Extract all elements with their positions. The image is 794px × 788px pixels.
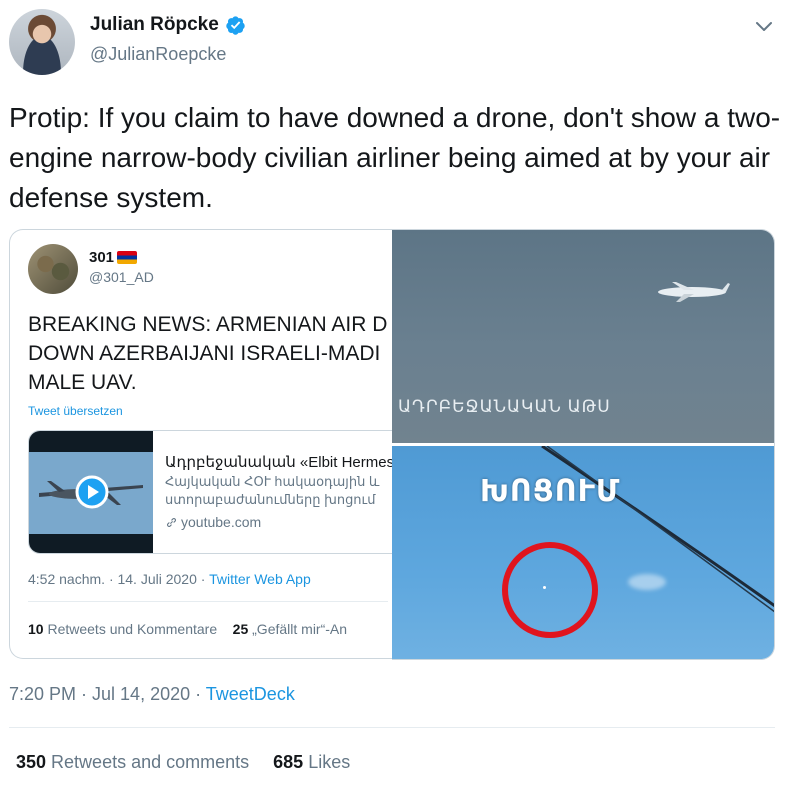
link-title: Ադրբեջանական «Elbit Hermes (165, 454, 392, 471)
quoted-likes-count: 25 (232, 621, 249, 637)
retweets-label: Retweets and comments (46, 752, 250, 772)
target-dot (543, 586, 546, 589)
quoted-retweets-label: Retweets und Kommentare (43, 621, 218, 637)
link-domain: youtube.com (181, 514, 262, 530)
footer-divider (9, 727, 775, 728)
top-image-caption: ԱԴՐԲԵՋԱՆԱԿԱՆ ԱԹՍ (398, 397, 611, 416)
quoted-divider (28, 601, 388, 602)
link-domain-row: youtube.com (165, 514, 261, 530)
verified-badge-icon (226, 15, 245, 35)
airliner-image-icon (658, 282, 730, 302)
quoted-stats: 10 Retweets und Kommentare 25 „Gefällt m… (28, 621, 347, 637)
link-icon (167, 517, 176, 527)
play-icon (75, 475, 109, 509)
target-circle (502, 542, 598, 638)
cloud-shape (628, 574, 666, 590)
quoted-avatar (28, 244, 78, 294)
quoted-text: BREAKING NEWS: ARMENIAN AIR D DOWN AZERB… (28, 313, 388, 394)
author-name-row[interactable]: Julian Röpcke (90, 14, 246, 36)
quoted-meta: 4:52 nachm. · 14. Juli 2020 · Twitter We… (28, 571, 311, 587)
author-handle[interactable]: @JulianRoepcke (90, 44, 226, 65)
bottom-image-caption: ԽՈՑՈՒՄ (480, 475, 621, 508)
link-description: Հայկական ՀՕՒ հակաօդային և ստորաբաժանումն… (165, 474, 380, 507)
retweets-count: 350 (16, 752, 47, 772)
retweets-stat[interactable]: 350 Retweets and comments (16, 752, 249, 772)
likes-stat[interactable]: 685 Likes (273, 752, 350, 772)
quoted-name-row: 301 (89, 249, 138, 266)
armenia-flag-icon (117, 251, 138, 264)
tweet-text: Protip: If you claim to have downed a dr… (9, 102, 781, 213)
translate-link: Tweet übersetzen (28, 404, 123, 418)
tweet-time[interactable]: 7:20 PM · Jul 14, 2020 · (9, 684, 206, 704)
tweet-timestamp-row: 7:20 PM · Jul 14, 2020 · TweetDeck (9, 684, 295, 705)
quoted-tweet-screenshot[interactable]: 301 @301_AD BREAKING NEWS: ARMENIAN AIR … (9, 229, 392, 659)
media-grid[interactable]: ԱԴՐԲԵՋԱՆԱԿԱՆ ԱԹՍ ԽՈՑՈՒՄ (392, 229, 775, 660)
likes-count: 685 (273, 752, 304, 772)
author-name[interactable]: Julian Röpcke (90, 14, 219, 36)
video-thumbnail (29, 431, 153, 553)
quoted-app: Twitter Web App (209, 571, 311, 587)
chevron-down-icon[interactable] (752, 14, 776, 38)
tweet-source-app[interactable]: TweetDeck (206, 684, 295, 704)
link-preview-card: Ադրբեջանական «Elbit Hermes Հայկական ՀՕՒ … (28, 430, 392, 554)
media-image-bottom[interactable]: ԽՈՑՈՒՄ (392, 446, 774, 659)
likes-label: Likes (303, 752, 351, 772)
author-avatar[interactable] (9, 9, 75, 75)
tweet-stats-row: 350 Retweets and comments 685 Likes (16, 752, 350, 773)
media-image-top[interactable]: ԱԴՐԲԵՋԱՆԱԿԱՆ ԱԹՍ (392, 230, 774, 443)
quoted-likes-label: „Gefällt mir“-An (248, 621, 348, 637)
quoted-handle: @301_AD (89, 269, 154, 285)
quoted-retweets-count: 10 (28, 621, 44, 637)
quoted-name: 301 (89, 249, 115, 266)
quoted-time: 4:52 nachm. · 14. Juli 2020 · (28, 571, 210, 587)
